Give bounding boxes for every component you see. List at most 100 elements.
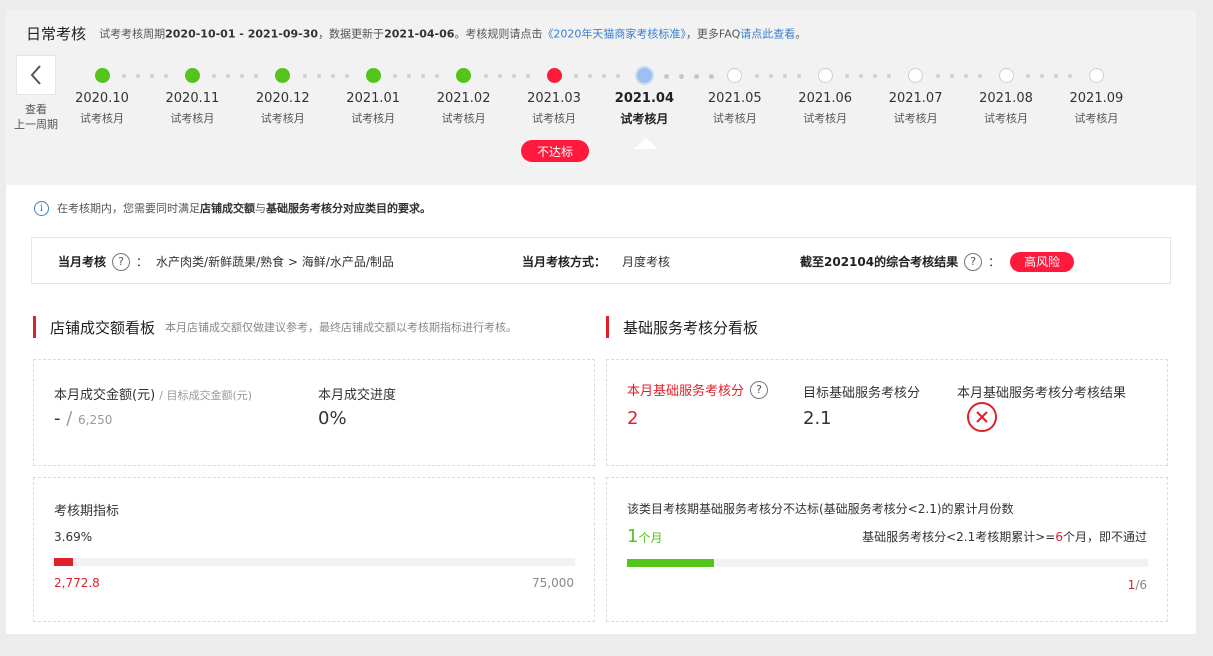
method-label: 当月考核方式： (522, 255, 607, 269)
status-dot-icon (184, 68, 200, 83)
month-year: 2021.07 (888, 91, 943, 106)
service-board-title: 基础服务考核分看板 (623, 318, 759, 337)
monthly-amount: - (54, 408, 61, 429)
months-count-ratio: 1/6 (1128, 578, 1147, 592)
month-year: 2021.01 (346, 91, 401, 106)
status-dot-icon (365, 68, 381, 83)
score-result-label: 本月基础服务考核分考核结果 (957, 386, 1127, 401)
month-label: 试考核月 (712, 112, 757, 125)
period-target: 75,000 (532, 576, 574, 590)
rule-prefix: 基础服务考核分<2.1考核期累计>= (862, 530, 1056, 544)
help-icon[interactable]: ? (750, 380, 769, 399)
connector-dot (407, 74, 412, 78)
note-gmv: 店铺成交额 (200, 202, 255, 215)
connector-dot (497, 74, 502, 78)
month-label: 试考核月 (532, 112, 576, 125)
gmv-board-subtitle: 本月店铺成交额仅做建议参考，最终店铺成交额以考核期指标进行考核。 (165, 321, 518, 334)
fail-badge: 不达标 (521, 140, 589, 162)
connector-dot (588, 74, 592, 78)
status-dot-icon (998, 68, 1014, 83)
assessment-method: 当月考核方式： 月度考核 (522, 238, 670, 285)
connector-dot (212, 74, 217, 78)
status-dot-icon (817, 68, 833, 83)
connector-dot (122, 74, 126, 78)
months-progress-fill (627, 559, 714, 567)
section-accent (606, 316, 609, 338)
connector-dot (1026, 74, 1030, 78)
monthly-category: 当月考核 ? ： 水产肉类/新鲜蔬果/熟食 > 海鲜/水产品/制品 (58, 238, 394, 285)
month-label: 试考核月 (893, 112, 938, 125)
month-label: 试考核月 (984, 112, 1028, 125)
target-amount: 6,250 (78, 413, 113, 427)
month-label: 试考核月 (441, 112, 486, 125)
period-percent: 3.69% (54, 530, 93, 544)
month-label: 试考核月 (80, 112, 124, 125)
overall-result: 截至202104的综合考核结果 ? ： 高风险 (800, 238, 1075, 285)
requirement-note: i 在考核期内，您需要同时满足 店铺成交额与基础服务考核分对应类目的要求。 (34, 200, 431, 216)
rule-suffix: 个月，即不通过 (1062, 530, 1147, 544)
help-icon[interactable]: ? (964, 252, 983, 271)
connector-dot (483, 74, 488, 78)
risk-badge: 高风险 (1010, 251, 1075, 272)
score-value: 2 (627, 408, 639, 429)
help-icon[interactable]: ? (112, 252, 131, 271)
failed-months-card: 该类目考核期基础服务考核分不达标(基础服务考核分<2.1)的累计月份数 1个月 … (606, 477, 1168, 622)
score-label-text: 本月基础服务考核分 (627, 384, 745, 399)
connector-dot (136, 74, 140, 78)
month-label: 试考核月 (803, 112, 848, 125)
month-label: 试考核月 (620, 112, 669, 126)
monthly-amount-value: - / 6,250 (54, 408, 112, 429)
month-label: 试考核月 (351, 112, 396, 125)
monthly-label: 当月考核 (58, 255, 107, 269)
month-year: 2021.04 (614, 91, 674, 106)
month-label: 试考核月 (1074, 112, 1119, 125)
service-score-card: 本月基础服务考核分 ? 2 目标基础服务考核分 2.1 本月基础服务考核分考核结… (606, 359, 1168, 466)
score-label: 本月基础服务考核分 ? (627, 380, 774, 399)
month-year: 2021.06 (798, 91, 853, 106)
connector-dot (859, 74, 864, 78)
month-timeline: 2020.10 试考核月 2020.11 试考核月 2020.12 试考核月 2021.01… (6, 10, 1196, 185)
target-score-label: 目标基础服务考核分 (803, 386, 921, 401)
status-dot-icon (1088, 68, 1104, 83)
note-mid: 与 (255, 202, 266, 215)
connector-dot (574, 74, 578, 78)
method-value: 月度考核 (622, 255, 671, 269)
gmv-board-header: 店铺成交额看板 本月店铺成交额仅做建议参考，最终店铺成交额以考核期指标进行考核。 (33, 316, 517, 338)
service-board-header: 基础服务考核分看板 (606, 316, 758, 338)
month-year: 2021.05 (707, 91, 762, 106)
note-prefix: 在考核期内，您需要同时满足 (57, 202, 200, 215)
status-dot-icon (275, 68, 291, 83)
info-icon: i (34, 200, 49, 216)
monthly-amount-label: 本月成交金额(元) / 目标成交金额(元) (54, 384, 252, 403)
connector-dot (754, 74, 759, 78)
connector-dot (393, 74, 398, 78)
count-total: /6 (1135, 578, 1147, 592)
status-dot-icon (94, 68, 110, 83)
period-index-card: 考核期指标 3.69% 2,772.8 75,000 (33, 477, 595, 622)
month-year: 2020.10 (75, 91, 129, 106)
rule-num: 6 (1055, 530, 1063, 544)
period-current: 2,772.8 (54, 576, 100, 590)
period-index-label: 考核期指标 (54, 504, 120, 519)
failed-months-label: 该类目考核期基础服务考核分不达标(基础服务考核分<2.1)的累计月份数 (627, 502, 1014, 516)
connector-dot (845, 74, 850, 78)
month-year: 2021.09 (1069, 91, 1124, 106)
month-year: 2021.03 (527, 91, 581, 106)
note-service: 基础服务考核分对应类目的要求。 (266, 202, 431, 215)
timeline-month[interactable]: 2021.09 试考核月 (1056, 65, 1136, 126)
month-label: 试考核月 (170, 112, 215, 125)
amount-slash: / (66, 408, 73, 429)
status-dot-icon (456, 68, 472, 83)
target-amount-label: / 目标成交金额(元) (159, 389, 253, 402)
assessment-panel: 日常考核 试考考核周期2020-10-01 - 2021-09-30，数据更新于… (6, 10, 1196, 634)
colon: ： (136, 255, 149, 269)
months-progress-track (627, 559, 1148, 567)
colon: ： (988, 255, 1001, 269)
status-dot-icon (908, 68, 924, 83)
connector-dot (316, 74, 321, 78)
status-dot-icon (546, 68, 562, 83)
connector-dot (302, 74, 307, 78)
status-dot-icon (634, 66, 654, 85)
connector-dot (664, 74, 670, 79)
gmv-board-title: 店铺成交额看板 (50, 318, 156, 337)
